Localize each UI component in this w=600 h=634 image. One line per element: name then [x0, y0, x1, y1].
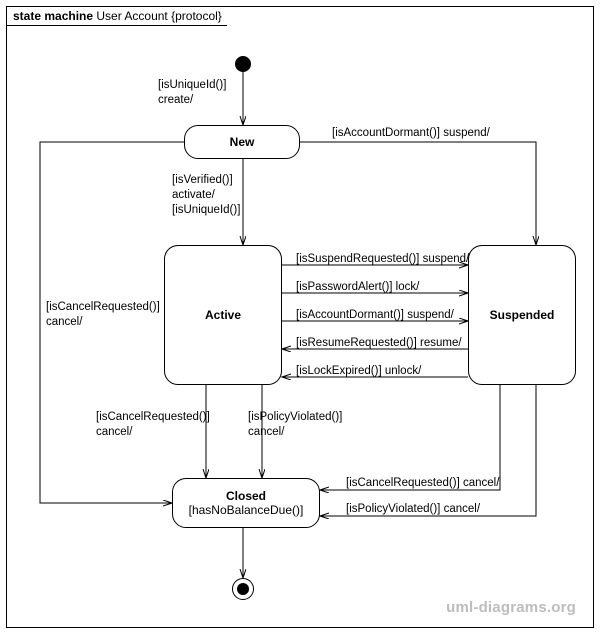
label-act-susp-2: [isPasswordAlert()] lock/: [296, 280, 419, 295]
label-new-active-g1: [isVerified()]: [172, 173, 233, 188]
state-active: Active: [164, 245, 282, 385]
label-new-active-a: activate/: [172, 188, 215, 203]
state-closed: Closed [hasNoBalanceDue()]: [172, 478, 320, 528]
state-new: New: [184, 125, 300, 159]
label-new-suspended: [isAccountDormant()] suspend/: [332, 126, 490, 141]
label-susp-closed-2: [isPolicyViolated()] cancel/: [346, 502, 480, 517]
label-act-susp-1: [isSuspendRequested()] suspend/: [296, 252, 469, 267]
frame-title: User Account {protocol}: [96, 9, 221, 23]
label-act-closed-1a: cancel/: [96, 425, 132, 440]
label-initial-guard: [isUniqueId()]: [158, 78, 226, 93]
state-suspended-label: Suspended: [469, 308, 575, 322]
label-initial-action: create/: [158, 93, 193, 108]
final-state-inner: [237, 583, 249, 595]
watermark: uml-diagrams.org: [446, 599, 576, 616]
label-act-susp-3: [isAccountDormant()] suspend/: [296, 308, 454, 323]
label-act-closed-1g: [isCancelRequested()]: [96, 410, 210, 425]
diagram-canvas: state machine User Account {protocol} Ne…: [0, 0, 600, 634]
label-susp-closed-1: [isCancelRequested()] cancel/: [346, 476, 499, 491]
state-closed-label: Closed: [173, 489, 319, 503]
frame-title-tab: state machine User Account {protocol}: [6, 6, 237, 26]
label-act-closed-2a: cancel/: [248, 425, 284, 440]
label-susp-act-1: [isResumeRequested()] resume/: [296, 336, 462, 351]
initial-state: [235, 56, 251, 72]
label-susp-act-2: [isLockExpired()] unlock/: [296, 364, 421, 379]
label-new-closed-g: [isCancelRequested()]: [46, 300, 160, 315]
label-act-closed-2g: [isPolicyViolated()]: [248, 410, 342, 425]
state-new-label: New: [185, 135, 299, 149]
state-active-label: Active: [165, 308, 281, 322]
label-new-active-g2: [isUniqueId()]: [172, 203, 240, 218]
state-suspended: Suspended: [468, 245, 576, 385]
state-closed-invariant: [hasNoBalanceDue()]: [173, 503, 319, 517]
final-state: [232, 578, 254, 600]
frame-keyword: state machine: [13, 9, 93, 23]
label-new-closed-a: cancel/: [46, 315, 82, 330]
